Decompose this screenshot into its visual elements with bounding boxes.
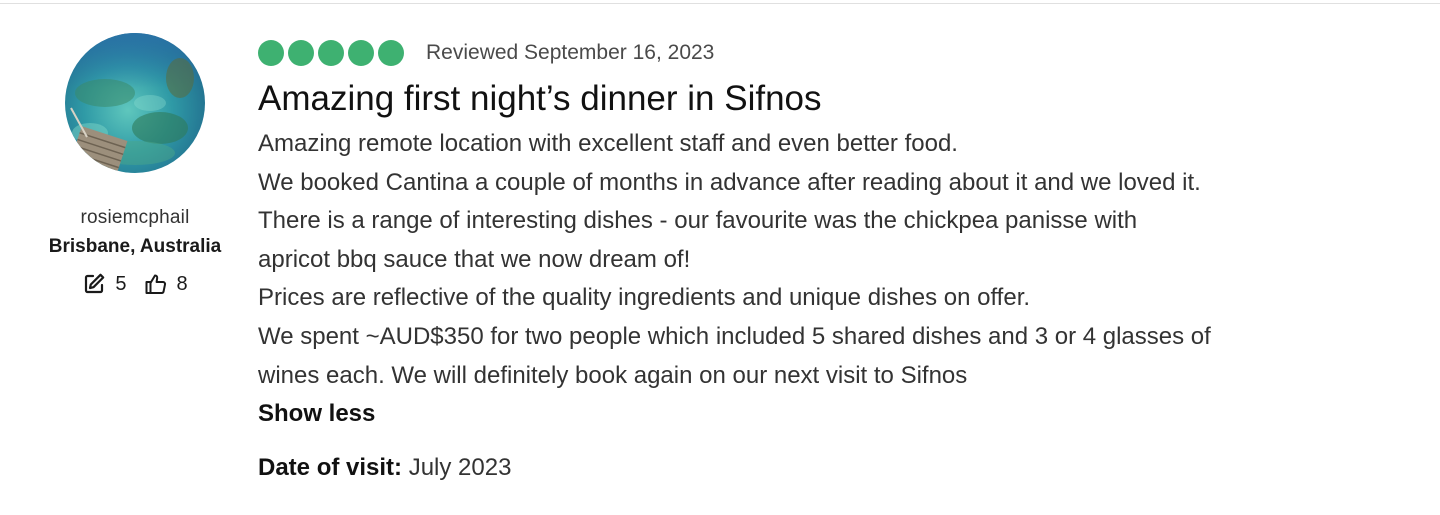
thumbs-up-icon xyxy=(144,272,168,296)
avatar-photo xyxy=(65,33,205,173)
review-date: Reviewed September 16, 2023 xyxy=(426,41,715,64)
rating-bubble-icon xyxy=(348,40,374,66)
reviewer-stats: 5 8 xyxy=(82,272,188,296)
top-divider xyxy=(0,3,1440,4)
review-text: Amazing remote location with excellent s… xyxy=(258,125,1418,395)
date-of-visit-value: July 2023 xyxy=(408,454,512,482)
review-text-line: There is a range of interesting dishes -… xyxy=(258,207,1138,235)
date-of-visit: Date of visit: July 2023 xyxy=(258,451,1418,485)
rating-bubble-icon xyxy=(258,40,284,66)
reviewer-profile: rosiemcphail Brisbane, Australia 5 8 xyxy=(30,33,240,296)
review-text-line: apricot bbq sauce that we now dream of! xyxy=(258,245,691,273)
helpful-votes-count: 8 xyxy=(176,272,188,295)
review-text-line: Amazing remote location with excellent s… xyxy=(258,130,958,157)
edit-icon xyxy=(82,272,106,296)
rating-row: Reviewed September 16, 2023 xyxy=(258,38,1418,68)
review-text-line: Prices are reflective of the quality ing… xyxy=(258,284,1031,312)
show-less-button[interactable]: Show less xyxy=(258,395,375,433)
contributions-count: 5 xyxy=(115,272,127,295)
reviewer-location: Brisbane, Australia xyxy=(48,236,222,257)
reviewer-username[interactable]: rosiemcphail xyxy=(80,207,189,229)
review-text-line: We booked Cantina a couple of months in … xyxy=(258,168,1201,196)
date-of-visit-label: Date of visit: xyxy=(258,454,403,482)
rating-bubble-icon xyxy=(288,40,314,66)
review-title[interactable]: Amazing first night’s dinner in Sifnos xyxy=(258,77,1418,121)
review-text-line: We spent ~AUD$350 for two people which i… xyxy=(258,322,1211,350)
rating-bubble-icon xyxy=(378,40,404,66)
review-card: Reviewed September 16, 2023 Amazing firs… xyxy=(258,38,1418,485)
rating-bubbles xyxy=(258,40,408,66)
avatar[interactable] xyxy=(65,33,205,173)
rating-bubble-icon xyxy=(318,40,344,66)
review-text-line: wines each. We will definitely book agai… xyxy=(258,361,968,389)
